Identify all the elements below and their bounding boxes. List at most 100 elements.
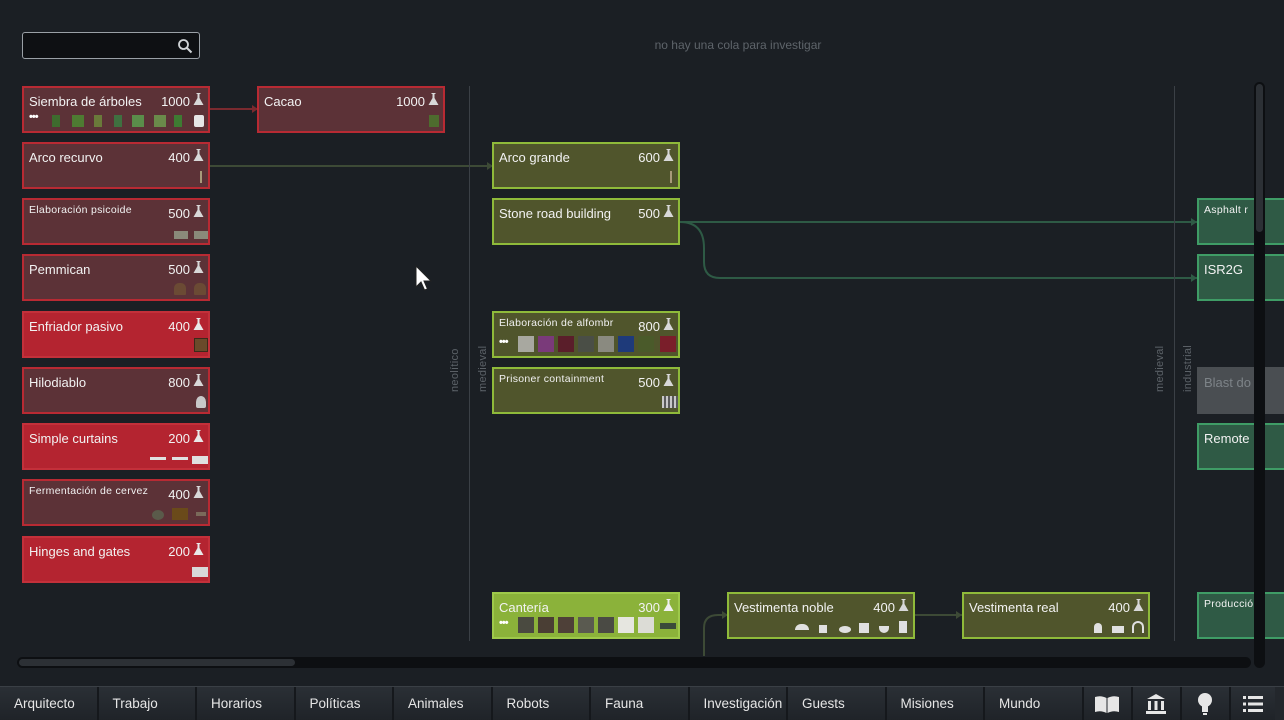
- research-node-arco-grande[interactable]: Arco grande 600: [492, 142, 680, 189]
- tab-mundo[interactable]: Mundo: [985, 687, 1084, 720]
- research-node-simple-curtains[interactable]: Simple curtains 200: [22, 423, 210, 470]
- cape-icon: [1132, 621, 1144, 633]
- node-label: Arco recurvo: [29, 150, 103, 165]
- research-node-stone-road-building[interactable]: Stone road building 500: [492, 198, 680, 245]
- fermenting-barrel-icon: [172, 508, 188, 520]
- unlocks-row: [28, 504, 206, 520]
- research-node-hilodiablo[interactable]: Hilodiablo 800: [22, 367, 210, 414]
- vertical-scrollbar[interactable]: [1254, 82, 1265, 668]
- research-node-produccion[interactable]: Producció: [1197, 592, 1284, 639]
- vertical-scroll-thumb[interactable]: [1256, 84, 1263, 232]
- horizontal-scroll-thumb[interactable]: [19, 659, 295, 666]
- research-tree[interactable]: neolítico medieval medieval industrial S…: [0, 0, 1284, 686]
- node-cost: 1000: [396, 94, 425, 109]
- shrub-icon: [132, 115, 144, 127]
- mushroom-icon: [196, 396, 206, 408]
- bush-icon: [72, 115, 84, 127]
- main-tab-bar: Arquitecto Trabajo Horarios Políticas An…: [0, 686, 1284, 720]
- tab-animales[interactable]: Animales: [394, 687, 493, 720]
- hat-icon: [795, 624, 809, 630]
- node-cost: 600: [638, 150, 660, 165]
- research-node-vestimenta-real[interactable]: Vestimenta real 400: [962, 592, 1150, 639]
- history-icon[interactable]: [1132, 687, 1182, 720]
- era-label-medieval-end: medieval: [1154, 345, 1166, 392]
- book-icon[interactable]: [1083, 687, 1133, 720]
- era-label-industrial: industrial: [1182, 344, 1194, 392]
- tab-misiones[interactable]: Misiones: [886, 687, 985, 720]
- tab-robots[interactable]: Robots: [492, 687, 591, 720]
- node-cost: 800: [638, 319, 660, 334]
- research-node-cacao[interactable]: Cacao 1000: [257, 86, 445, 133]
- carpet-swatch-icon: [618, 336, 634, 352]
- flask-icon: [193, 543, 204, 555]
- tab-investigacion[interactable]: Investigación: [689, 687, 788, 720]
- unlocks-row: [28, 561, 208, 577]
- research-node-canteria[interactable]: Cantería 300 •••: [492, 592, 680, 639]
- unlocks-row: •••: [498, 336, 676, 352]
- carpet-swatch-icon: [578, 336, 594, 352]
- flask-icon: [898, 599, 909, 611]
- node-label: Fermentación de cervez: [29, 485, 149, 497]
- research-node-arco-recurvo[interactable]: Arco recurvo 400: [22, 142, 210, 189]
- node-label: Siembra de árboles: [29, 94, 142, 109]
- tree-icon: [52, 115, 60, 127]
- stone-block-icon: [578, 617, 594, 633]
- flask-icon: [193, 93, 204, 105]
- unlocks-row: [28, 336, 208, 352]
- menu-icon[interactable]: [1230, 687, 1275, 720]
- flask-icon: [663, 599, 674, 611]
- bowl-hat-icon: [879, 626, 889, 633]
- research-node-blast-door[interactable]: Blast do: [1197, 367, 1284, 414]
- flask-icon: [193, 318, 204, 330]
- research-node-asphalt-road[interactable]: Asphalt r: [1197, 198, 1284, 245]
- carpet-swatch-icon: [660, 336, 676, 352]
- stone-block-icon: [598, 617, 614, 633]
- flask-icon: [193, 205, 204, 217]
- node-label: Stone road building: [499, 206, 612, 221]
- barrel-icon: [152, 510, 164, 520]
- unlocks-row: [498, 392, 678, 408]
- tab-politicas[interactable]: Políticas: [295, 687, 394, 720]
- unlocks-row: •••: [28, 111, 204, 127]
- more-dots-icon: •••: [499, 617, 509, 629]
- carpet-swatch-icon: [558, 336, 574, 352]
- research-node-enfriador-pasivo[interactable]: Enfriador pasivo 400: [22, 311, 210, 358]
- tab-trabajo[interactable]: Trabajo: [98, 687, 197, 720]
- research-node-vestimenta-noble[interactable]: Vestimenta noble 400: [727, 592, 915, 639]
- beret-icon: [839, 626, 851, 633]
- horizontal-scrollbar[interactable]: [17, 657, 1251, 668]
- research-node-pemmican[interactable]: Pemmican 500: [22, 254, 210, 301]
- tab-fauna[interactable]: Fauna: [591, 687, 690, 720]
- node-label: Vestimenta real: [969, 600, 1059, 615]
- flask-icon: [193, 149, 204, 161]
- tab-horarios[interactable]: Horarios: [197, 687, 296, 720]
- node-label: Pemmican: [29, 262, 91, 277]
- stone-block-icon: [618, 617, 634, 633]
- node-label: Hilodiablo: [29, 375, 87, 390]
- node-label: Enfriador pasivo: [29, 319, 123, 334]
- flask-icon: [193, 374, 204, 386]
- curtain-icon: [192, 456, 208, 464]
- cacao-tree-icon: [429, 115, 439, 127]
- research-node-prisoner-containment[interactable]: Prisoner containment 500: [492, 367, 680, 414]
- research-node-fermentacion-de-cerveza[interactable]: Fermentación de cervez 400: [22, 479, 210, 526]
- tab-arquitecto[interactable]: Arquitecto: [0, 687, 99, 720]
- era-divider: [469, 86, 470, 641]
- node-cost: 200: [168, 431, 190, 446]
- research-node-hinges-and-gates[interactable]: Hinges and gates 200: [22, 536, 210, 583]
- flask-icon: [193, 486, 204, 498]
- research-node-siembra-de-arboles[interactable]: Siembra de árboles 1000 •••: [22, 86, 210, 133]
- tab-guests[interactable]: Guests: [788, 687, 887, 720]
- research-node-elaboracion-psicoide[interactable]: Elaboración psicoide 500: [22, 198, 210, 245]
- research-node-elaboracion-de-alfombras[interactable]: Elaboración de alfombr 800 •••: [492, 311, 680, 358]
- pemmican-icon: [174, 283, 186, 295]
- unlocks-row: [263, 111, 439, 127]
- node-cost: 400: [168, 319, 190, 334]
- node-cost: 500: [168, 206, 190, 221]
- research-node-remote[interactable]: Remote: [1197, 423, 1284, 470]
- unlocks-row: [733, 617, 909, 633]
- lightbulb-icon[interactable]: [1181, 687, 1231, 720]
- pemmican-icon: [194, 283, 206, 295]
- unlocks-row: [28, 167, 204, 183]
- research-node-isr2g[interactable]: ISR2G: [1197, 254, 1284, 301]
